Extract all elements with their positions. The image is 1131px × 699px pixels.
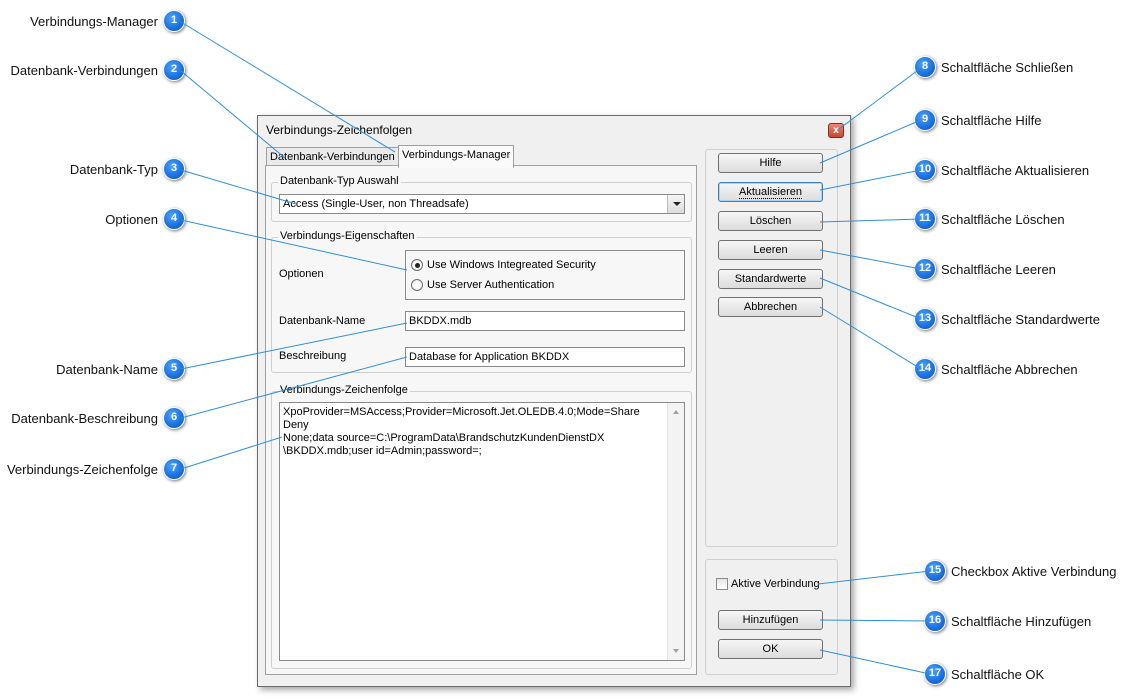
callout-badge-13: 13 bbox=[914, 308, 936, 330]
connection-string-line-2: None;data source=C:\ProgramData\Brandsch… bbox=[283, 432, 605, 444]
callout-badge-17: 17 bbox=[924, 663, 946, 685]
callout-badge-15: 15 bbox=[924, 560, 946, 582]
options-radio-group bbox=[405, 250, 685, 300]
refresh-button[interactable]: Aktualisieren bbox=[718, 182, 823, 202]
callout-badge-4: 4 bbox=[163, 208, 185, 230]
callout-badge-7: 7 bbox=[163, 458, 185, 480]
callout-label-8: Schaltfläche Schließen bbox=[941, 60, 1074, 75]
tab-connection-manager-label: Verbindungs-Manager bbox=[402, 149, 511, 161]
ok-button-label: OK bbox=[762, 643, 779, 655]
properties-group-title: Verbindungs-Eigenschaften bbox=[278, 230, 417, 242]
active-connection-label[interactable]: Aktive Verbindung bbox=[731, 578, 820, 590]
add-button-label: Hinzufügen bbox=[742, 614, 799, 626]
callout-label-2: Datenbank-Verbindungen bbox=[10, 63, 158, 78]
clear-button-label: Leeren bbox=[753, 244, 788, 256]
action-button-panel bbox=[705, 149, 838, 547]
dialog-title: Verbindungs-Zeichenfolgen bbox=[266, 123, 413, 137]
callout-badge-1: 1 bbox=[163, 10, 185, 32]
callout-badge-16: 16 bbox=[924, 610, 946, 632]
radio-windows-security[interactable] bbox=[411, 259, 423, 271]
callout-label-16: Schaltfläche Hinzufügen bbox=[951, 614, 1092, 629]
tab-database-connections-label: Datenbank-Verbindungen bbox=[270, 151, 395, 163]
callout-label-6: Datenbank-Beschreibung bbox=[11, 411, 158, 426]
callout-label-5: Datenbank-Name bbox=[56, 362, 158, 377]
description-label: Beschreibung bbox=[279, 350, 347, 362]
clear-button[interactable]: Leeren bbox=[718, 240, 823, 260]
scroll-down-icon[interactable] bbox=[673, 649, 679, 653]
callout-badge-9: 9 bbox=[914, 109, 936, 131]
description-input[interactable]: Database for Application BKDDX bbox=[405, 347, 685, 367]
defaults-button[interactable]: Standardwerte bbox=[718, 269, 823, 289]
callout-badge-3: 3 bbox=[163, 158, 185, 180]
callout-label-7: Verbindungs-Zeichenfolge bbox=[6, 462, 158, 477]
callout-label-15: Checkbox Aktive Verbindung bbox=[951, 564, 1117, 579]
radio-server-authentication[interactable] bbox=[411, 279, 423, 291]
callout-label-14: Schaltfläche Abbrechen bbox=[941, 362, 1078, 377]
help-button-label: Hilfe bbox=[759, 157, 782, 169]
close-button[interactable]: x bbox=[828, 123, 844, 138]
active-connection-checkbox[interactable] bbox=[716, 578, 728, 590]
description-value: Database for Application BKDDX bbox=[409, 351, 570, 363]
options-label: Optionen bbox=[279, 268, 324, 280]
db-name-input[interactable]: BKDDX.mdb bbox=[405, 311, 685, 331]
connection-string-line-1: XpoProvider=MSAccess;Provider=Microsoft.… bbox=[283, 406, 640, 431]
callout-badge-5: 5 bbox=[163, 358, 185, 380]
vertical-scrollbar[interactable] bbox=[667, 403, 684, 660]
delete-button-label: Löschen bbox=[749, 215, 792, 227]
callout-badge-12: 12 bbox=[914, 258, 936, 280]
connection-string-group-title: Verbindungs-Zeichenfolge bbox=[278, 384, 410, 396]
help-button[interactable]: Hilfe bbox=[718, 153, 823, 173]
radio-server-authentication-label[interactable]: Use Server Authentication bbox=[427, 279, 554, 291]
callout-badge-8: 8 bbox=[914, 56, 936, 78]
callout-badge-6: 6 bbox=[163, 407, 185, 429]
chevron-down-icon[interactable] bbox=[667, 195, 684, 213]
ok-button[interactable]: OK bbox=[718, 639, 823, 659]
callout-badge-11: 11 bbox=[914, 208, 936, 230]
db-type-select[interactable]: Access (Single-User, non Threadsafe) bbox=[279, 194, 685, 214]
callout-badge-2: 2 bbox=[163, 59, 185, 81]
defaults-button-label: Standardwerte bbox=[734, 273, 807, 285]
radio-windows-security-label[interactable]: Use Windows Integreated Security bbox=[427, 259, 596, 271]
db-name-value: BKDDX.mdb bbox=[409, 315, 472, 327]
tab-connection-manager[interactable]: Verbindungs-Manager bbox=[398, 145, 515, 168]
cancel-button-label: Abbrechen bbox=[743, 301, 798, 313]
callout-label-1: Verbindungs-Manager bbox=[30, 14, 158, 29]
delete-button[interactable]: Löschen bbox=[718, 211, 823, 231]
callout-badge-14: 14 bbox=[914, 358, 936, 380]
callout-label-4: Optionen bbox=[105, 212, 158, 227]
close-icon: x bbox=[833, 125, 839, 136]
callout-label-10: Schaltfläche Aktualisieren bbox=[941, 163, 1090, 178]
callout-label-9: Schaltfläche Hilfe bbox=[941, 113, 1042, 128]
add-button[interactable]: Hinzufügen bbox=[718, 610, 823, 630]
callout-badge-10: 10 bbox=[914, 159, 936, 181]
connection-string-line-3: \BKDDX.mdb;user id=Admin;password=; bbox=[283, 445, 482, 457]
connection-string-textarea[interactable]: XpoProvider=MSAccess;Provider=Microsoft.… bbox=[279, 402, 685, 661]
callout-label-3: Datenbank-Typ bbox=[69, 162, 158, 177]
callout-label-11: Schaltfläche Löschen bbox=[941, 212, 1065, 227]
refresh-button-label: Aktualisieren bbox=[739, 186, 802, 199]
db-type-selected-value: Access (Single-User, non Threadsafe) bbox=[283, 198, 469, 210]
scroll-up-icon[interactable] bbox=[673, 410, 679, 414]
callout-label-13: Schaltfläche Standardwerte bbox=[941, 312, 1100, 327]
db-type-group-title: Datenbank-Typ Auswahl bbox=[278, 175, 401, 187]
callout-label-12: Schaltfläche Leeren bbox=[941, 262, 1056, 277]
callout-label-17: Schaltfläche OK bbox=[951, 667, 1045, 682]
cancel-button[interactable]: Abbrechen bbox=[718, 297, 823, 317]
db-name-label: Datenbank-Name bbox=[279, 315, 366, 327]
